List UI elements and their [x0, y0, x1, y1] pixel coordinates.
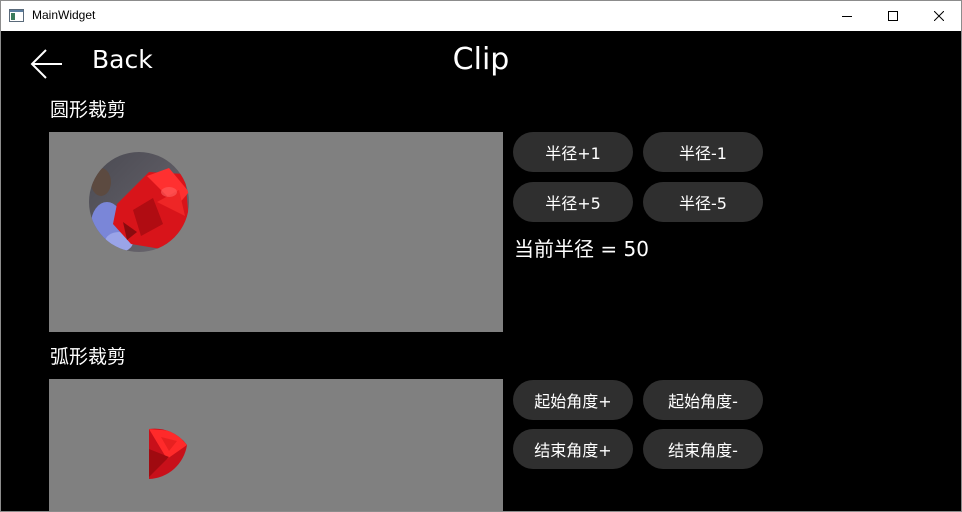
minimize-icon [842, 16, 852, 17]
page-title: Clip [452, 42, 510, 77]
app-window-icon [9, 9, 24, 22]
current-radius-label: 当前半径 = 50 [514, 237, 649, 261]
maximize-icon [888, 11, 898, 21]
circle-clipped-image [89, 152, 189, 252]
arc-clipped-image [149, 428, 187, 479]
radius-plus-5-button[interactable]: 半径+5 [513, 182, 633, 222]
radius-plus-1-button[interactable]: 半径+1 [513, 132, 633, 172]
arc-clip-title: 弧形裁剪 [50, 346, 127, 368]
end-angle-plus-button[interactable]: 结束角度+ [513, 429, 633, 469]
window-title: MainWidget [32, 8, 96, 22]
arc-clip-canvas [49, 379, 503, 511]
start-angle-minus-button[interactable]: 起始角度- [643, 380, 763, 420]
radius-minus-5-button[interactable]: 半径-5 [643, 182, 763, 222]
close-icon [934, 11, 944, 21]
close-button[interactable] [916, 1, 961, 31]
radius-minus-1-button[interactable]: 半径-1 [643, 132, 763, 172]
start-angle-plus-button[interactable]: 起始角度+ [513, 380, 633, 420]
circle-clip-canvas [49, 132, 503, 332]
minimize-button[interactable] [824, 1, 870, 31]
main-window: MainWidget Back Clip 圆形裁剪 半径+1 半径-1 半径+5… [0, 0, 962, 512]
content-area: Back Clip 圆形裁剪 半径+1 半径-1 半径+5 半径-5 当前半径 … [1, 31, 961, 511]
end-angle-minus-button[interactable]: 结束角度- [643, 429, 763, 469]
circle-clip-title: 圆形裁剪 [50, 99, 127, 121]
maximize-button[interactable] [870, 1, 916, 31]
title-bar[interactable]: MainWidget [1, 1, 961, 31]
